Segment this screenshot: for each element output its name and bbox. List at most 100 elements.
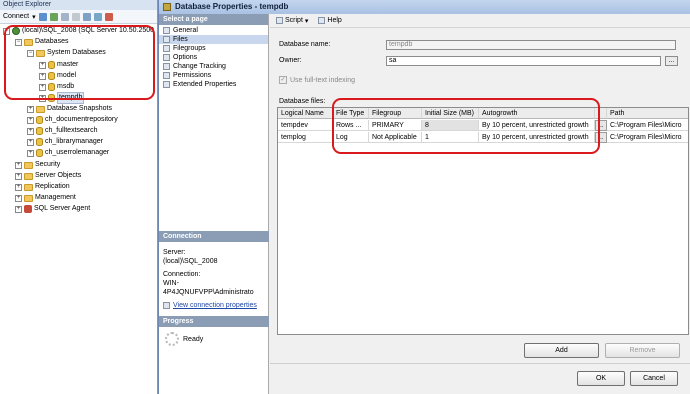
fulltext-indexing-checkbox-row[interactable]: ✓ Use full-text indexing <box>279 76 355 84</box>
tree-node-server-objects[interactable]: + Server Objects <box>15 171 81 181</box>
tree-node-sql-agent[interactable]: + SQL Server Agent <box>15 204 90 214</box>
page-label: Extended Properties <box>173 81 237 88</box>
connect-icon[interactable] <box>38 12 47 21</box>
server-value: (local)\SQL_2008 <box>163 258 218 265</box>
tree-node-replication[interactable]: + Replication <box>15 182 70 192</box>
cell-file-type[interactable]: Rows ... <box>333 120 369 131</box>
cell-path[interactable]: C:\Program Files\Micro <box>607 132 688 143</box>
page-change-tracking[interactable]: Change Tracking <box>159 62 268 71</box>
connection-header: Connection <box>159 231 269 242</box>
tree-node-user-db-1[interactable]: + ch_documentrepository <box>27 115 118 125</box>
autogrowth-edit-button[interactable]: ... <box>595 120 607 131</box>
expand-icon[interactable]: + <box>15 161 22 169</box>
column-header-file-type[interactable]: File Type <box>333 108 369 119</box>
page-extended-properties[interactable]: Extended Properties <box>159 80 268 89</box>
connection-section: Connection Server: (local)\SQL_2008 Conn… <box>159 231 269 310</box>
help-button[interactable]: Help <box>318 17 342 24</box>
page-permissions[interactable]: Permissions <box>159 71 268 80</box>
expand-icon[interactable]: + <box>27 127 34 135</box>
database-icon <box>163 3 171 11</box>
tree-node-security[interactable]: + Security <box>15 160 60 170</box>
server-label: Server: <box>163 249 186 256</box>
database-label: msdb <box>57 83 75 90</box>
collapse-icon[interactable]: − <box>3 27 10 35</box>
tree-node-msdb[interactable]: + msdb <box>39 82 74 92</box>
cell-initial-size[interactable]: 8 <box>422 120 479 131</box>
view-connection-properties-link[interactable]: View connection properties <box>159 301 269 310</box>
column-header-logical-name[interactable]: Logical Name <box>278 108 333 119</box>
tree-node-management[interactable]: + Management <box>15 193 76 203</box>
expand-icon[interactable]: + <box>15 183 22 191</box>
table-row[interactable]: templog Log Not Applicable 1 By 10 perce… <box>278 132 688 143</box>
expand-icon[interactable]: + <box>27 116 34 124</box>
tree-node-snapshots[interactable]: + Database Snapshots <box>27 104 112 114</box>
expand-icon[interactable]: + <box>15 205 22 213</box>
add-button[interactable]: Add <box>524 343 599 358</box>
page-general[interactable]: General <box>159 26 268 35</box>
page-filegroups[interactable]: Filegroups <box>159 44 268 53</box>
connect-button[interactable]: Connect <box>3 13 29 20</box>
cell-logical-name[interactable]: templog <box>278 132 333 143</box>
refresh-icon[interactable] <box>93 12 102 21</box>
database-icon <box>36 127 43 135</box>
column-header-path[interactable]: Path <box>607 108 688 119</box>
tree-node-databases[interactable]: − Databases <box>15 37 68 47</box>
expand-icon[interactable]: + <box>27 138 34 146</box>
page-label: Files <box>173 36 188 43</box>
fulltext-label: Use full-text indexing <box>290 76 355 84</box>
connect-dropdown-icon[interactable]: ▾ <box>32 13 36 21</box>
expand-icon[interactable]: + <box>15 194 22 202</box>
collapse-icon[interactable]: − <box>15 38 22 46</box>
tree-node-model[interactable]: + model <box>39 71 76 81</box>
tree-node-user-db-3[interactable]: + ch_librarymanager <box>27 137 103 147</box>
ok-button[interactable]: OK <box>577 371 625 386</box>
column-header-autogrowth[interactable]: Autogrowth <box>479 108 595 119</box>
tree-node-system-databases[interactable]: − System Databases <box>27 48 106 58</box>
expand-icon[interactable]: + <box>39 94 46 102</box>
remove-button[interactable]: Remove <box>605 343 680 358</box>
page-label: Options <box>173 54 198 61</box>
collapse-icon[interactable]: − <box>27 49 34 57</box>
table-row[interactable]: tempdev Rows ... PRIMARY 8 By 10 percent… <box>278 120 688 131</box>
expand-icon[interactable]: + <box>15 172 22 180</box>
dialog-toolbar: Script ▾ Help <box>270 14 690 28</box>
page-options[interactable]: Options <box>159 53 268 62</box>
cell-logical-name[interactable]: tempdev <box>278 120 333 131</box>
register-icon[interactable] <box>49 12 58 21</box>
tree-node-user-db-2[interactable]: + ch_fulltextsearch <box>27 126 98 136</box>
stop-icon[interactable] <box>71 12 80 21</box>
column-header-filegroup[interactable]: Filegroup <box>369 108 422 119</box>
database-label: ch_documentrepository <box>45 116 118 123</box>
cell-filegroup[interactable]: Not Applicable <box>369 132 422 143</box>
expand-icon[interactable]: + <box>39 61 46 69</box>
activity-monitor-icon[interactable] <box>104 12 113 21</box>
cell-file-type[interactable]: Log <box>333 132 369 143</box>
column-header-initial-size[interactable]: Initial Size (MB) <box>422 108 479 119</box>
owner-field[interactable]: sa <box>386 56 661 66</box>
tree-node-user-db-4[interactable]: + ch_userrolemanager <box>27 148 109 158</box>
folder-icon <box>24 172 33 180</box>
folder-icon <box>24 161 33 169</box>
tree-node-tempdb[interactable]: + tempdb <box>39 92 85 104</box>
expand-icon[interactable]: + <box>39 83 46 91</box>
databases-label: Databases <box>35 38 69 45</box>
expand-icon[interactable]: + <box>39 72 46 80</box>
script-button[interactable]: Script ▾ <box>276 17 308 25</box>
cell-filegroup[interactable]: PRIMARY <box>369 120 422 131</box>
owner-browse-button[interactable]: ... <box>665 56 678 66</box>
expand-icon[interactable]: + <box>27 105 34 113</box>
cell-path[interactable]: C:\Program Files\Micro <box>607 120 688 131</box>
cell-initial-size[interactable]: 1 <box>422 132 479 143</box>
page-files[interactable]: Files <box>159 35 268 44</box>
disconnect-icon[interactable] <box>60 12 69 21</box>
expand-icon[interactable]: + <box>27 149 34 157</box>
page-selector-pane: Select a page General Files Filegroups O… <box>159 14 269 394</box>
fulltext-checkbox[interactable]: ✓ <box>279 76 287 84</box>
autogrowth-edit-button[interactable]: ... <box>595 132 607 143</box>
tree-node-server[interactable]: − (local)\SQL_2008 (SQL Server 10.50.250… <box>3 26 154 36</box>
page-icon <box>163 27 170 34</box>
tree-node-master[interactable]: + master <box>39 60 78 70</box>
filter-icon[interactable] <box>82 12 91 21</box>
database-name-field[interactable]: tempdb <box>386 40 676 50</box>
cancel-button[interactable]: Cancel <box>630 371 678 386</box>
